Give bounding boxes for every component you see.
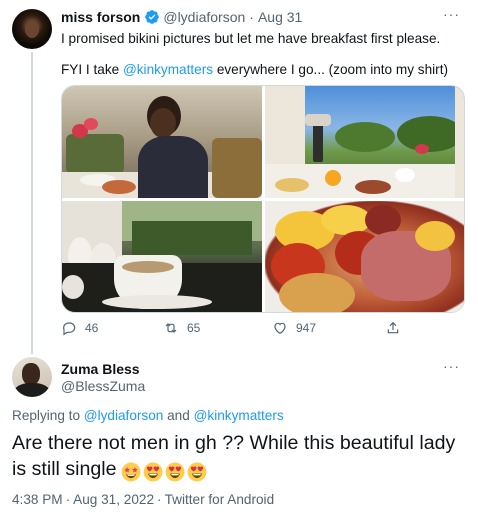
tweet-date[interactable]: Aug 31 [258, 9, 302, 25]
author-handle[interactable]: @BlessZuma [61, 378, 145, 394]
mention-link[interactable]: @lydiaforson [84, 408, 164, 423]
replying-to-line: Replying to @lydiaforson and @kinkymatte… [12, 408, 284, 423]
photo-teacup-by-window[interactable] [62, 201, 262, 312]
tweet-text-line: I promised bikini pictures but let me ha… [61, 31, 441, 46]
reply-icon [63, 322, 76, 336]
reply-count: 46 [85, 321, 99, 335]
photo-window-view-table[interactable] [265, 86, 464, 198]
author-name[interactable]: Zuma Bless [61, 361, 140, 377]
like-button[interactable]: 947 [272, 320, 316, 336]
mention-link[interactable]: @kinkymatters [194, 408, 284, 423]
heart-eyes-emoji-icon [143, 462, 162, 482]
avatar[interactable] [12, 9, 52, 49]
reply-button[interactable]: 46 [61, 320, 98, 336]
photo-woman-at-breakfast[interactable] [62, 86, 262, 198]
avatar[interactable] [12, 357, 52, 397]
tweet-actions-bar: 46 65 947 [61, 320, 465, 340]
share-icon [387, 321, 399, 334]
heart-eyes-emoji-icon [165, 462, 184, 482]
tweet-text-line: FYI I take @kinkymatters everywhere I go… [61, 62, 448, 77]
emoji-group [121, 458, 209, 484]
mention-link[interactable]: @kinkymatters [123, 62, 213, 77]
more-options-icon[interactable]: ··· [443, 6, 460, 22]
like-count: 947 [296, 321, 317, 335]
author-handle[interactable]: @lydiaforson [163, 9, 245, 25]
retweet-button[interactable]: 65 [163, 320, 200, 336]
verified-badge-icon [145, 10, 160, 24]
reply-tweet-text: Are there not men in gh ?? While this be… [12, 430, 472, 484]
tweet-header: miss forson @lydiaforson · Aug 31 [61, 9, 302, 25]
reply-text-body: Are there not men in gh ?? While this be… [12, 432, 456, 480]
author-name[interactable]: miss forson [61, 9, 140, 25]
tweet-text: I promised bikini pictures but let me ha… [61, 29, 466, 79]
heart-icon [274, 322, 286, 335]
reply-source: Twitter for Android [164, 492, 275, 507]
more-options-icon[interactable]: ··· [443, 358, 460, 374]
original-tweet[interactable]: miss forson @lydiaforson · Aug 31 ··· I … [0, 0, 478, 350]
heart-eyes-emoji-icon [187, 462, 206, 482]
star-struck-emoji-icon [121, 462, 140, 482]
retweet-count: 65 [187, 321, 201, 335]
reply-timestamp-line: 4:38 PM · Aug 31, 2022 · Twitter for Android [12, 492, 275, 507]
reply-date[interactable]: Aug 31, 2022 [73, 492, 154, 507]
separator-dot: · [249, 9, 254, 25]
photo-full-breakfast[interactable] [265, 201, 464, 312]
reply-time[interactable]: 4:38 PM [12, 492, 63, 507]
share-button[interactable] [385, 320, 401, 336]
retweet-icon [165, 323, 177, 333]
photo-grid [61, 85, 465, 313]
